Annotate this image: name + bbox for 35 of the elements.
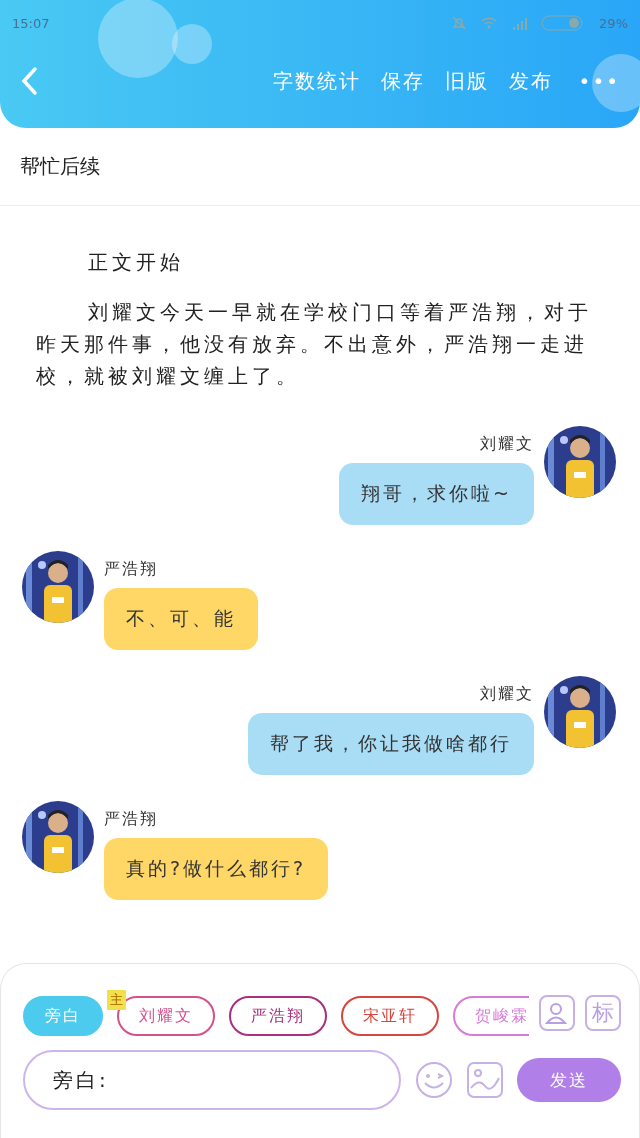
toolbar-action[interactable]: 旧版 bbox=[444, 67, 489, 95]
signal-icon bbox=[511, 16, 528, 30]
chat-bubble: 帮了我，你让我做啥都行 bbox=[248, 713, 534, 775]
person-icon bbox=[544, 1000, 570, 1026]
speaker-name: 刘耀文 bbox=[480, 684, 534, 705]
story-paragraph: 刘耀文今天一早就在学校门口等着严浩翔，对于昨天那件事，他没有放弃。不出意外，严浩翔一走进校，就被刘耀文缠上了。 bbox=[36, 299, 593, 390]
main-badge: 主 bbox=[107, 990, 126, 1010]
speaker-name: 刘耀文 bbox=[480, 434, 534, 455]
battery-icon bbox=[541, 15, 586, 31]
role-chip[interactable]: 旁白 bbox=[23, 996, 103, 1036]
chapter-title: 帮忙后续 bbox=[20, 153, 100, 180]
message-input[interactable]: 旁白: bbox=[23, 1050, 401, 1110]
role-chip[interactable]: 贺峻霖 bbox=[453, 996, 529, 1036]
back-icon[interactable] bbox=[20, 66, 38, 96]
speaker-name: 严浩翔 bbox=[104, 809, 158, 830]
toolbar-action[interactable]: 字数统计 bbox=[272, 67, 361, 95]
toolbar-action[interactable]: 发布 bbox=[508, 67, 553, 95]
status-time: 15:07 bbox=[12, 15, 50, 31]
chat-bubble: 翔哥，求你啦~ bbox=[339, 463, 534, 525]
emoji-icon[interactable] bbox=[415, 1061, 453, 1099]
tag-button[interactable]: 标 bbox=[585, 995, 621, 1031]
battery-level: 29% bbox=[599, 15, 628, 31]
chat-bubble: 不、可、能 bbox=[104, 588, 258, 650]
toolbar-action[interactable]: 保存 bbox=[380, 67, 425, 95]
send-button[interactable]: 发送 bbox=[517, 1058, 621, 1102]
speaker-name: 严浩翔 bbox=[104, 559, 158, 580]
contact-button[interactable] bbox=[539, 995, 575, 1031]
more-button[interactable]: ••• bbox=[578, 69, 620, 93]
bell-off-icon bbox=[451, 15, 468, 31]
image-icon[interactable] bbox=[467, 1062, 503, 1098]
story-paragraph: 正文开始 bbox=[87, 249, 185, 276]
chat-bubble: 真的?做什么都行? bbox=[104, 838, 329, 900]
role-chip[interactable]: 宋亚轩 bbox=[341, 996, 439, 1036]
role-chip[interactable]: 严浩翔 bbox=[229, 996, 327, 1036]
wifi-icon bbox=[481, 16, 498, 30]
